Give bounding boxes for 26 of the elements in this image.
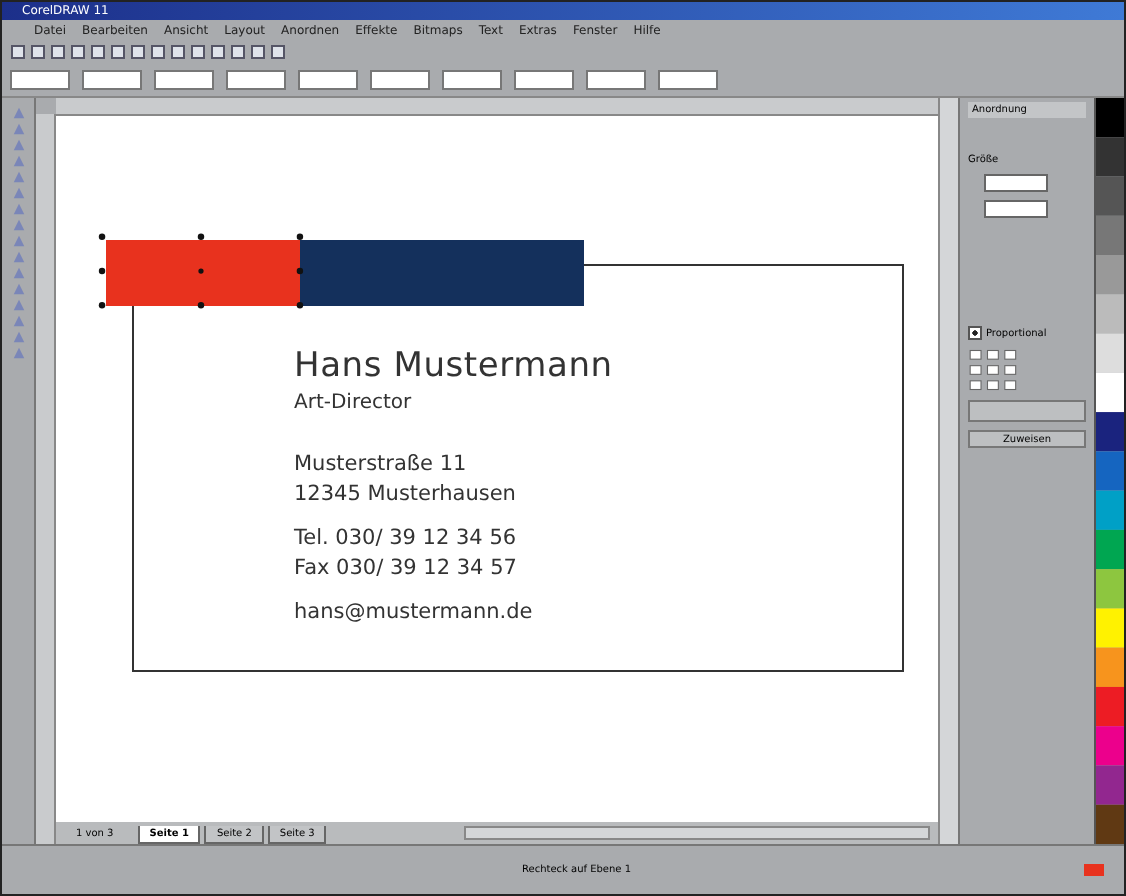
card-city: 12345 Musterhausen <box>294 480 518 510</box>
property-field[interactable] <box>370 69 430 89</box>
width-field[interactable] <box>984 174 1048 192</box>
card-fax: Fax 030/ 39 12 34 57 <box>294 554 519 584</box>
fill-swatch-icon <box>1084 864 1104 876</box>
property-field[interactable] <box>226 69 286 89</box>
height-field[interactable] <box>984 200 1048 218</box>
property-field[interactable] <box>82 69 142 89</box>
blank-button[interactable] <box>968 400 1086 422</box>
color-palette-drawing[interactable] <box>1094 98 1124 844</box>
card-role: Art-Director <box>294 392 414 414</box>
property-field[interactable] <box>154 69 214 89</box>
horizontal-scrollbar[interactable] <box>464 826 930 840</box>
property-field[interactable] <box>442 69 502 89</box>
card-phone: Tel. 030/ 39 12 34 56 <box>294 524 519 554</box>
checkbox[interactable] <box>968 326 982 340</box>
card-name: Hans Mustermann <box>294 346 613 386</box>
property-field[interactable] <box>514 69 574 89</box>
vertical-scrollbar[interactable] <box>938 98 958 844</box>
property-field[interactable] <box>586 69 646 89</box>
card-email: hans@mustermann.de <box>294 598 535 628</box>
property-field[interactable] <box>10 69 70 89</box>
property-field[interactable] <box>658 69 718 89</box>
anchor-grid-drawing[interactable] <box>968 348 1020 392</box>
property-field[interactable] <box>298 69 358 89</box>
card-street: Musterstraße 11 <box>294 450 469 480</box>
